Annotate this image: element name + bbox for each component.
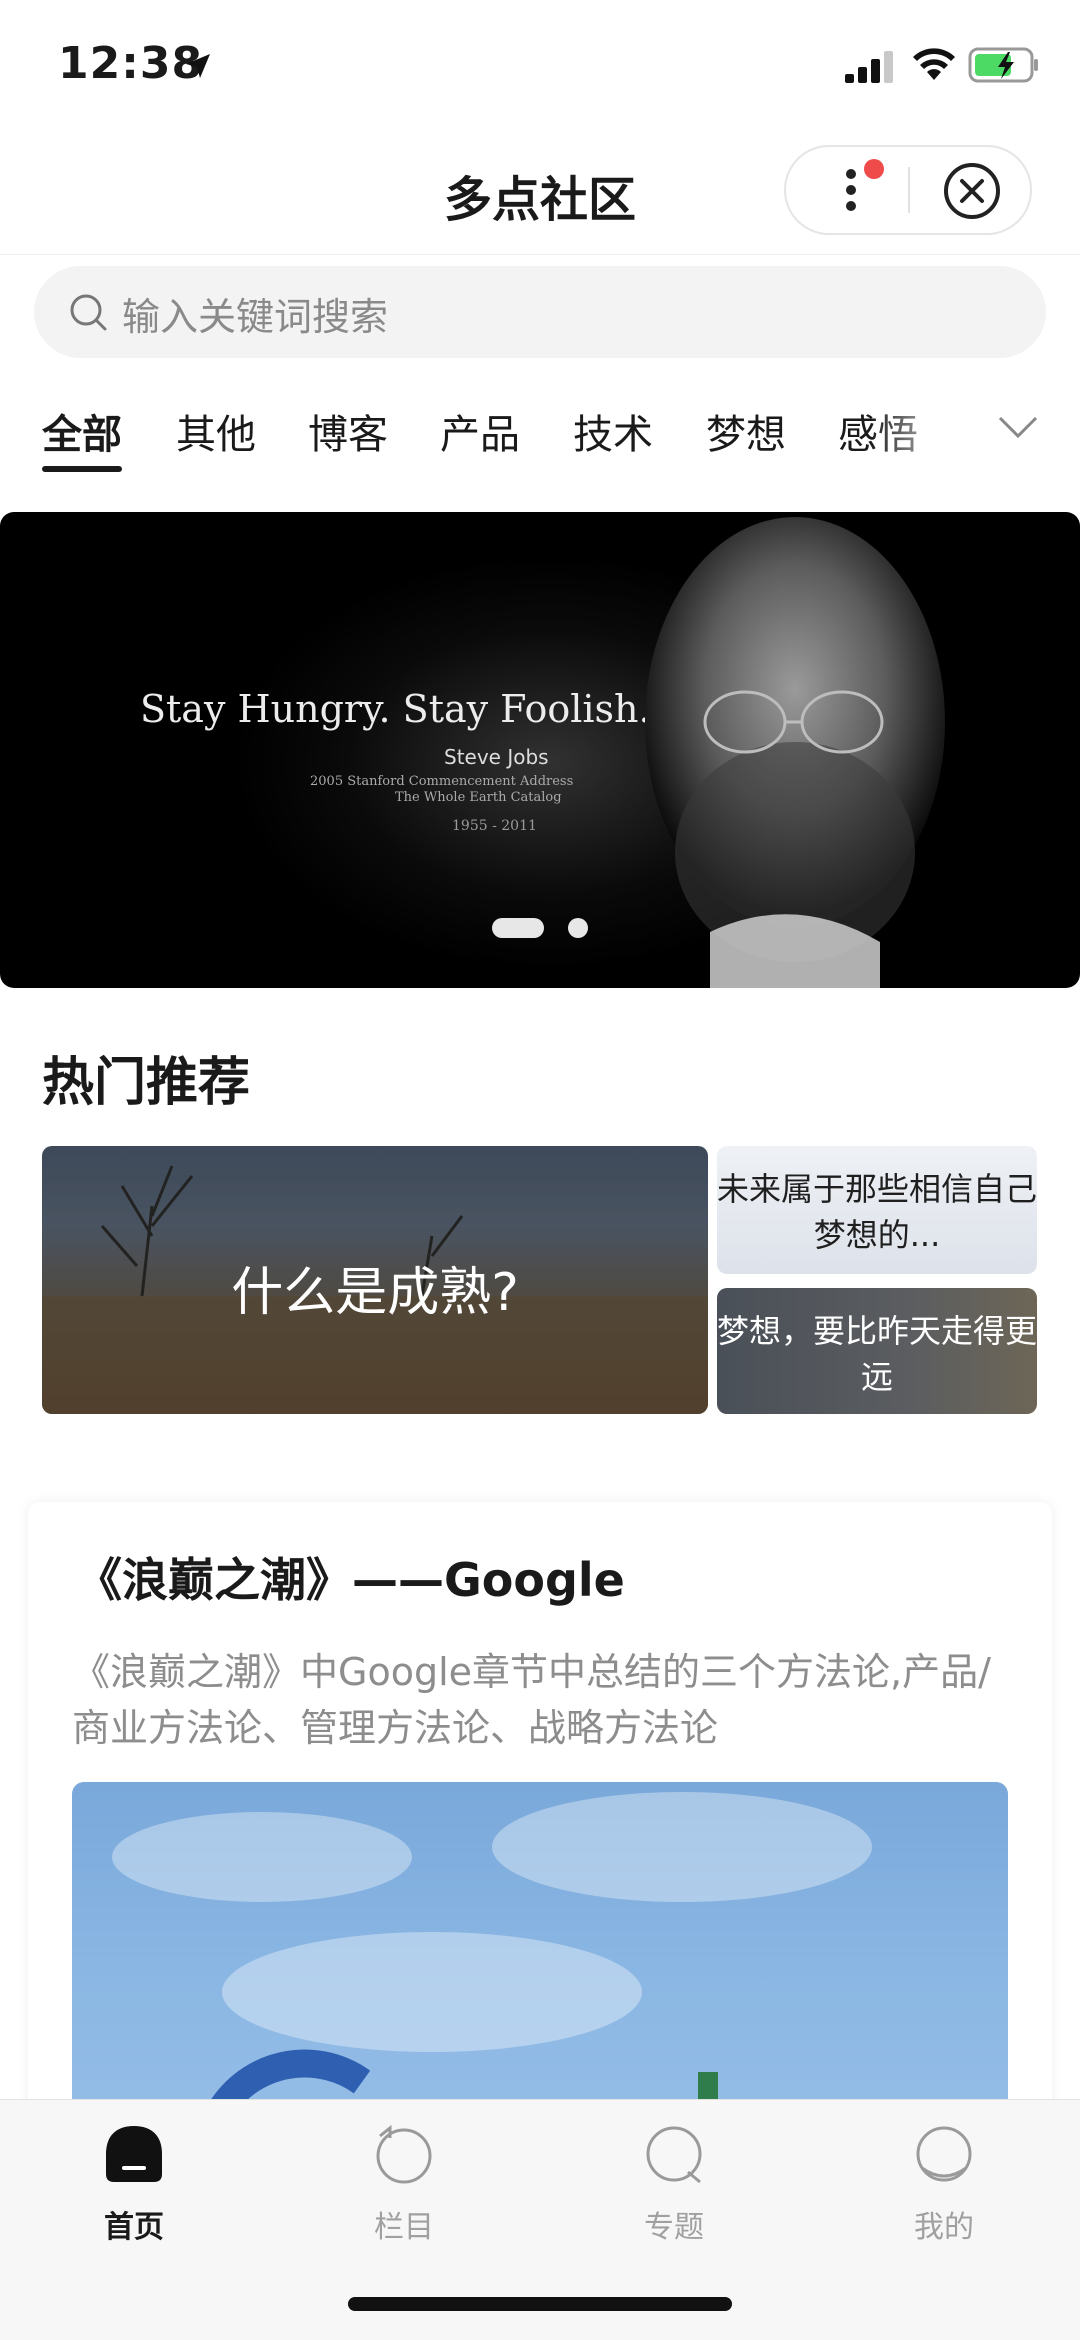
search-icon: [70, 294, 107, 331]
mini-program-capsule: [784, 145, 1032, 235]
category-tabs: 全部 其他 博客 产品 技术 梦想 感悟: [0, 388, 1080, 488]
tab-all[interactable]: 全部: [42, 402, 122, 460]
carousel-dot-active[interactable]: [492, 918, 544, 938]
search-placeholder: 输入关键词搜索: [122, 295, 389, 339]
status-bar: 12:38: [0, 0, 1080, 130]
tab-other[interactable]: 其他: [176, 402, 256, 460]
hot-card-main-title: 什么是成熟?: [231, 1263, 519, 1323]
cellular-signal-icon: [845, 51, 893, 83]
tab-dream[interactable]: 梦想: [706, 402, 786, 460]
banner-subtitle-2: The Whole Earth Catalog: [395, 790, 562, 805]
tab-blog[interactable]: 博客: [308, 402, 388, 460]
home-indicator[interactable]: [348, 2297, 732, 2311]
banner-carousel[interactable]: Stay Hungry. Stay Foolish. Steve Jobs 20…: [0, 512, 1080, 988]
wifi-icon: [913, 48, 955, 80]
banner-name: Steve Jobs: [444, 745, 549, 769]
section-title: 热门推荐: [42, 1053, 251, 1113]
capsule-divider: [908, 167, 910, 213]
banner-quote: Stay Hungry. Stay Foolish.: [140, 687, 651, 731]
hot-card-side-1-title: 未来属于那些相信自己梦想的...: [717, 1170, 1038, 1254]
column-icon: [376, 2124, 432, 2184]
search-input[interactable]: 输入关键词搜索: [34, 266, 1046, 358]
portrait-image: [645, 517, 945, 988]
notification-dot: [864, 159, 884, 179]
home-icon: [106, 2126, 162, 2182]
topic-icon: [646, 2126, 702, 2184]
tabbar-label-profile: 我的: [914, 2210, 974, 2245]
tab-product[interactable]: 产品: [440, 402, 520, 460]
battery-charging-icon: [968, 47, 1038, 83]
article-title: 《浪巅之潮》——Google: [76, 1553, 625, 1607]
hot-card-main[interactable]: 什么是成熟?: [42, 1146, 708, 1414]
tab-tech[interactable]: 技术: [573, 402, 653, 460]
location-arrow-icon: [186, 54, 210, 78]
tabbar-label-home: 首页: [104, 2210, 164, 2245]
close-icon[interactable]: [942, 161, 1002, 221]
chevron-down-icon[interactable]: [996, 412, 1040, 442]
tabbar-item-topic[interactable]: 专题: [594, 2124, 754, 2264]
tabs-fade: [870, 388, 990, 468]
banner-years: 1955 - 2011: [452, 818, 537, 834]
tabbar-item-profile[interactable]: 我的: [864, 2124, 1024, 2264]
article-description: 《浪巅之潮》中Google章节中总结的三个方法论,产品/商业方法论、管理方法论、…: [72, 1650, 991, 1750]
tabbar-item-column[interactable]: 栏目: [324, 2124, 484, 2264]
tabbar-item-home[interactable]: 首页: [54, 2124, 214, 2264]
active-tab-indicator: [42, 466, 122, 472]
hot-card-side-1[interactable]: 未来属于那些相信自己梦想的...: [717, 1146, 1037, 1274]
hot-card-side-2[interactable]: 梦想，要比昨天走得更远: [717, 1288, 1037, 1414]
profile-icon: [916, 2126, 972, 2182]
tabbar-label-column: 栏目: [374, 2210, 434, 2245]
hot-card-side-2-title: 梦想，要比昨天走得更远: [717, 1312, 1038, 1396]
banner-subtitle-1: 2005 Stanford Commencement Address: [310, 774, 574, 789]
carousel-dot[interactable]: [568, 918, 588, 938]
tabbar-label-topic: 专题: [644, 2210, 704, 2245]
navigation-header: 多点社区: [0, 130, 1080, 255]
